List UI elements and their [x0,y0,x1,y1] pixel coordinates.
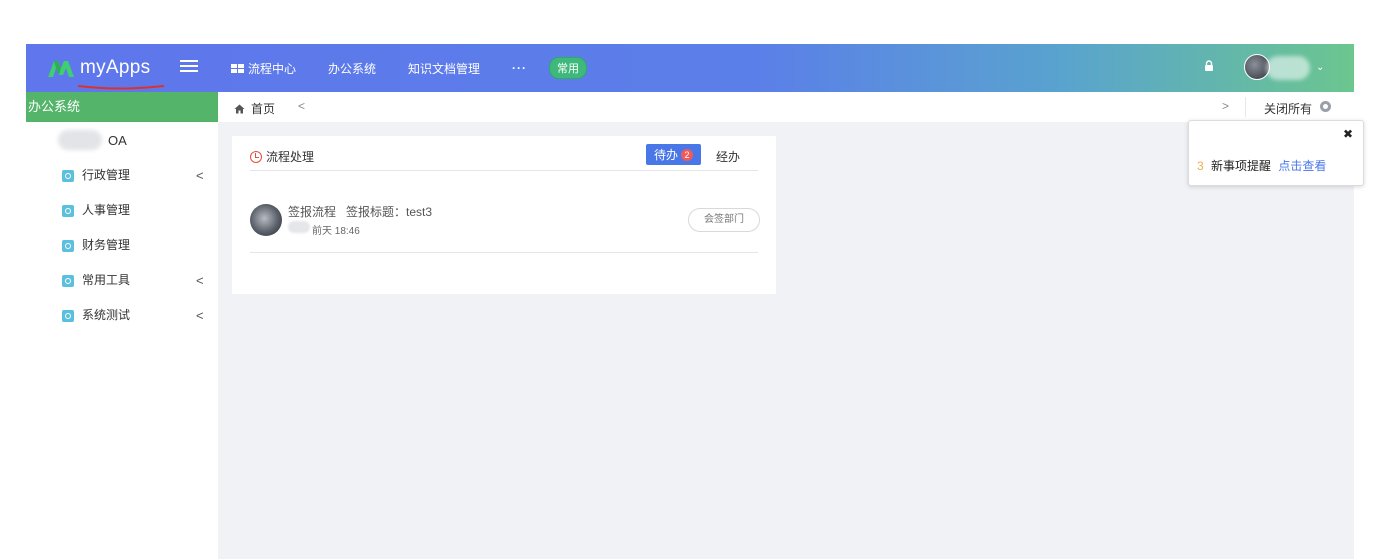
nav-label: 知识文档管理 [408,61,481,76]
common-pill: 常用 [549,57,588,79]
tab-home-label: 首页 [251,102,276,116]
module-icon [62,240,74,252]
sidebar-oa-label: OA [108,133,127,148]
divider [1245,97,1246,117]
alarm-clock-icon [250,150,262,163]
list-item[interactable]: 签报流程 签报标题：test3 前天 18:46 会签部门 [250,202,760,252]
notification-popup: ✖ 3 新事项提醒 点击查看 [1188,120,1364,186]
tab-todo-label: 待办 [654,148,679,162]
nav-label: 流程中心 [248,61,297,76]
sidebar-item-system-test[interactable]: 系统测试 < [26,298,218,333]
avatar [250,204,282,236]
module-icon [62,205,74,217]
process-card: 流程处理 待办 2 经办 签报流程 签报标题：test3 前天 18:46 会签… [232,136,776,294]
nav-item-knowledge-docs[interactable]: 知识文档管理 [408,60,480,77]
nav-item-process-center[interactable]: 流程中心 [231,60,296,77]
grid-icon [231,63,244,73]
close-all-button[interactable]: 关闭所有 [1264,100,1312,117]
sidebar-item-tools[interactable]: 常用工具 < [26,263,218,298]
top-navbar: myApps 流程中心 办公系统 知识文档管理 ··· 常用 ⌄ [26,44,1354,92]
user-name-blurred[interactable] [1266,56,1310,80]
top-nav: 流程中心 办公系统 知识文档管理 ··· 常用 [231,44,619,92]
sidebar-item-label: 人事管理 [82,203,131,217]
tab-home[interactable]: 首页 [234,100,275,117]
tab-done[interactable]: 经办 [716,148,740,165]
chevron-right-icon[interactable]: > [1222,99,1229,113]
divider [250,170,758,171]
tab-todo[interactable]: 待办 2 [646,144,702,165]
more-nav-button[interactable]: ··· [512,61,527,75]
nav-item-office-system[interactable]: 办公系统 [328,60,376,77]
logo[interactable]: myApps [48,56,150,80]
sidebar-item-label: 系统测试 [82,308,131,322]
nav-label: 办公系统 [328,61,377,76]
sidebar: 办公系统 OA 行政管理 < 人事管理 财务管理 常用工具 < 系统测试 < [26,92,218,559]
logo-icon [48,59,74,77]
notification-message: 新事项提醒 [1211,159,1272,173]
sidebar-item-finance[interactable]: 财务管理 [26,228,218,263]
oa-prefix-blurred [58,130,102,150]
gear-icon[interactable] [1320,101,1331,112]
chevron-down-icon[interactable]: ⌄ [1316,62,1324,73]
chevron-left-icon[interactable]: < [196,158,204,193]
sidebar-title: 办公系统 [26,92,218,122]
app-name: myApps [80,57,151,78]
tabs-bar: 首页 < > 关闭所有 [218,92,1354,122]
home-icon [234,104,245,113]
chevron-left-icon[interactable]: < [298,99,305,113]
divider [250,252,758,253]
sidebar-item-label: 行政管理 [82,168,131,182]
submitter-blurred [288,221,310,233]
chevron-left-icon[interactable]: < [196,298,204,333]
module-icon [62,170,74,182]
countersign-dept-button[interactable]: 会签部门 [688,208,760,232]
item-title: 签报流程 签报标题：test3 [288,205,433,219]
todo-count-badge: 2 [681,148,694,161]
notification-count: 3 [1197,159,1204,173]
notification-text: 3 新事项提醒 点击查看 [1197,157,1326,174]
chevron-left-icon[interactable]: < [196,263,204,298]
logo-underline [77,85,165,90]
sidebar-item-admin[interactable]: 行政管理 < [26,158,218,193]
lock-icon[interactable] [1204,60,1214,72]
module-icon [62,275,74,287]
sidebar-item-label: 财务管理 [82,238,131,252]
sidebar-item-oa[interactable]: OA [26,122,218,158]
card-title-text: 流程处理 [266,150,315,164]
sidebar-item-label: 常用工具 [82,273,131,287]
module-icon [62,310,74,322]
common-nav-button[interactable]: 常用 [549,57,588,79]
sidebar-item-hr[interactable]: 人事管理 [26,193,218,228]
card-title: 流程处理 [250,148,314,165]
view-link[interactable]: 点击查看 [1278,159,1326,173]
menu-toggle-icon[interactable] [180,60,198,74]
item-time: 前天 18:46 [312,226,360,237]
close-icon[interactable]: ✖ [1343,127,1353,141]
app-window: myApps 流程中心 办公系统 知识文档管理 ··· 常用 ⌄ 办公系统 OA… [26,44,1364,559]
